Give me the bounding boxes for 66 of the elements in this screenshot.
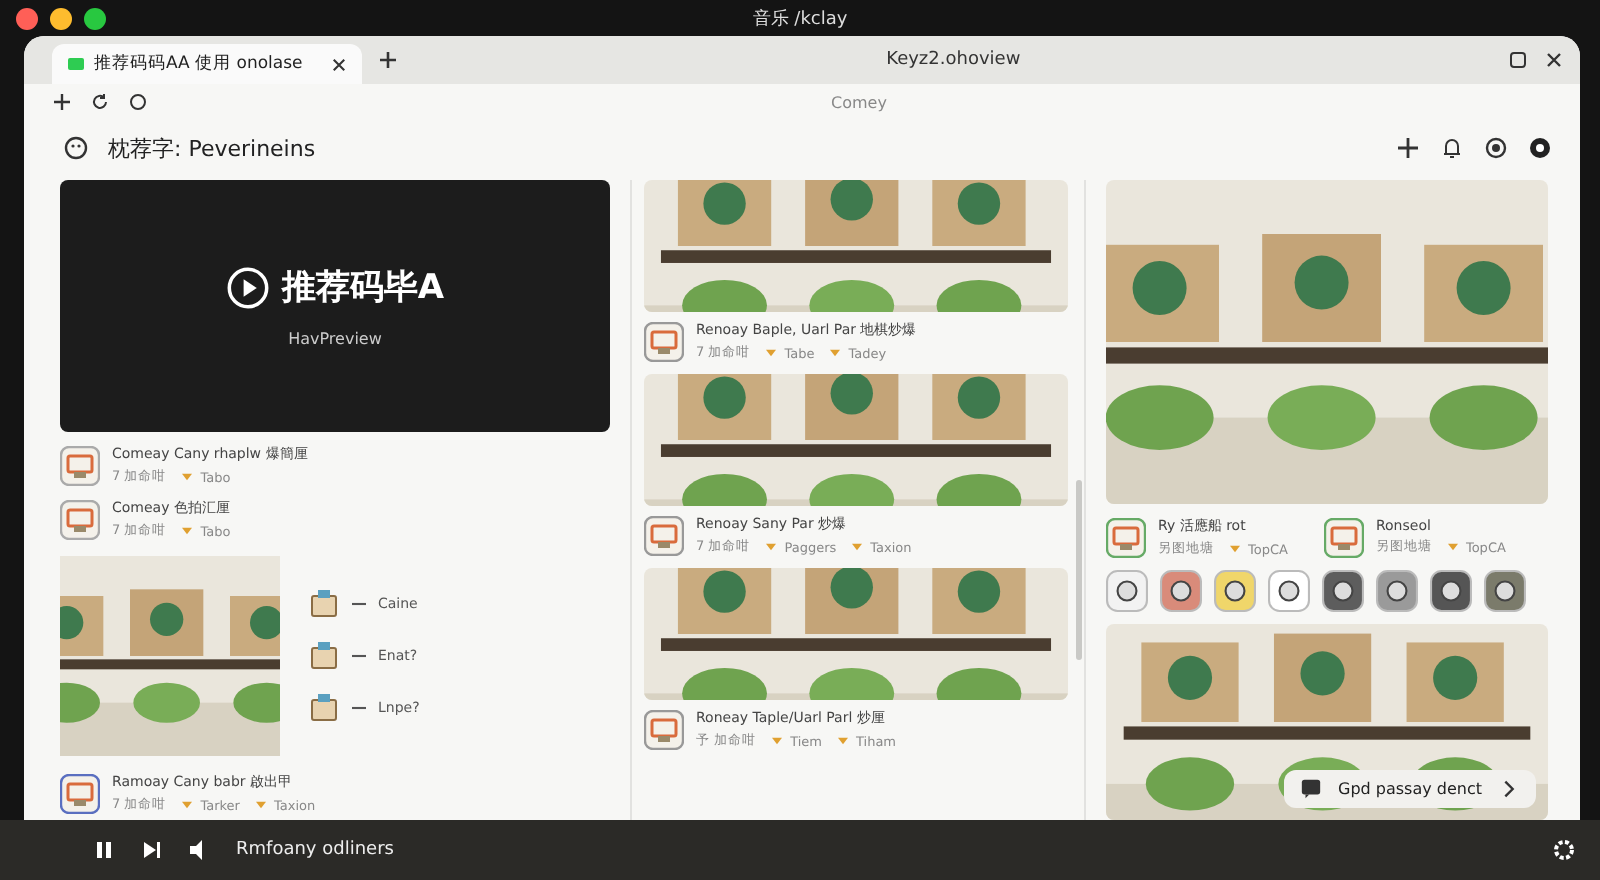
sticker-icon[interactable] xyxy=(1214,570,1256,612)
app-icon[interactable] xyxy=(60,445,100,485)
window-title: 音乐 /kclay xyxy=(752,7,848,31)
face-icon xyxy=(64,136,88,160)
video-preview[interactable]: 推荐码毕A HavPreview xyxy=(60,180,610,432)
close-icon[interactable] xyxy=(1544,50,1564,70)
settings-icon[interactable] xyxy=(1552,838,1576,862)
plus-icon[interactable] xyxy=(1396,136,1420,160)
dash-icon xyxy=(352,602,366,606)
hero-caption: HavPreview xyxy=(288,330,382,348)
app-icon[interactable] xyxy=(60,773,100,813)
chevron-icon[interactable] xyxy=(1498,778,1520,800)
dash-icon xyxy=(352,654,366,658)
app-icon[interactable] xyxy=(644,321,684,361)
close-button[interactable] xyxy=(16,7,38,29)
triangle-icon xyxy=(766,542,777,552)
circle-icon[interactable] xyxy=(128,92,148,112)
app-icon[interactable] xyxy=(60,499,100,539)
track-title: Rmfoany odliners xyxy=(236,840,394,860)
triangle-icon xyxy=(1447,542,1458,552)
triangle-icon xyxy=(772,736,783,746)
page-title: Keyz2.ohoview xyxy=(884,50,1023,70)
triangle-icon xyxy=(830,348,841,358)
triangle-icon xyxy=(838,736,848,746)
plus-icon[interactable] xyxy=(378,50,399,70)
sticker-icon[interactable] xyxy=(1322,570,1364,612)
bell-icon[interactable] xyxy=(1440,136,1464,160)
app-icon[interactable] xyxy=(644,709,684,749)
next-button[interactable] xyxy=(140,838,164,862)
reload-icon[interactable] xyxy=(90,92,110,112)
box-sketch-icon xyxy=(308,640,340,672)
page-heading: 枕荐字: Peverineins xyxy=(108,133,316,163)
dash-icon xyxy=(352,706,366,710)
plus-icon[interactable] xyxy=(52,92,72,112)
triangle-icon xyxy=(182,472,193,482)
play-icon[interactable] xyxy=(225,265,270,309)
window-icon[interactable] xyxy=(1508,50,1528,70)
toast-text: Gpd passay denct xyxy=(1338,780,1482,798)
triangle-icon xyxy=(852,542,863,552)
favicon-icon xyxy=(68,58,84,70)
sticker-icon[interactable] xyxy=(1268,570,1310,612)
triangle-icon xyxy=(182,800,193,810)
target-icon[interactable] xyxy=(1484,136,1508,160)
chat-icon xyxy=(1300,778,1322,800)
pause-button[interactable] xyxy=(92,838,116,862)
sticker-icon[interactable] xyxy=(1484,570,1526,612)
notification-toast[interactable]: Gpd passay denct xyxy=(1284,770,1536,808)
triangle-icon xyxy=(1230,544,1240,554)
settings-icon[interactable] xyxy=(1528,136,1552,160)
triangle-icon xyxy=(766,348,777,358)
close-icon[interactable] xyxy=(332,57,347,71)
sticker-icon[interactable] xyxy=(1430,570,1472,612)
triangle-icon xyxy=(182,526,193,536)
box-sketch-icon xyxy=(308,692,340,724)
browser-tab[interactable]: 推荐码码AA 使用 onolase xyxy=(52,44,363,84)
app-icon[interactable] xyxy=(1323,517,1364,557)
sticker-icon[interactable] xyxy=(1376,570,1418,612)
sticker-icon[interactable] xyxy=(1160,570,1202,612)
triangle-icon xyxy=(255,800,266,810)
box-sketch-icon xyxy=(308,588,340,620)
zoom-button[interactable] xyxy=(84,7,106,29)
minimize-button[interactable] xyxy=(50,7,72,29)
hero-title: 推荐码毕A xyxy=(281,266,445,310)
app-icon[interactable] xyxy=(1106,517,1146,557)
sticker-icon[interactable] xyxy=(1106,570,1148,612)
app-icon[interactable] xyxy=(644,515,684,555)
